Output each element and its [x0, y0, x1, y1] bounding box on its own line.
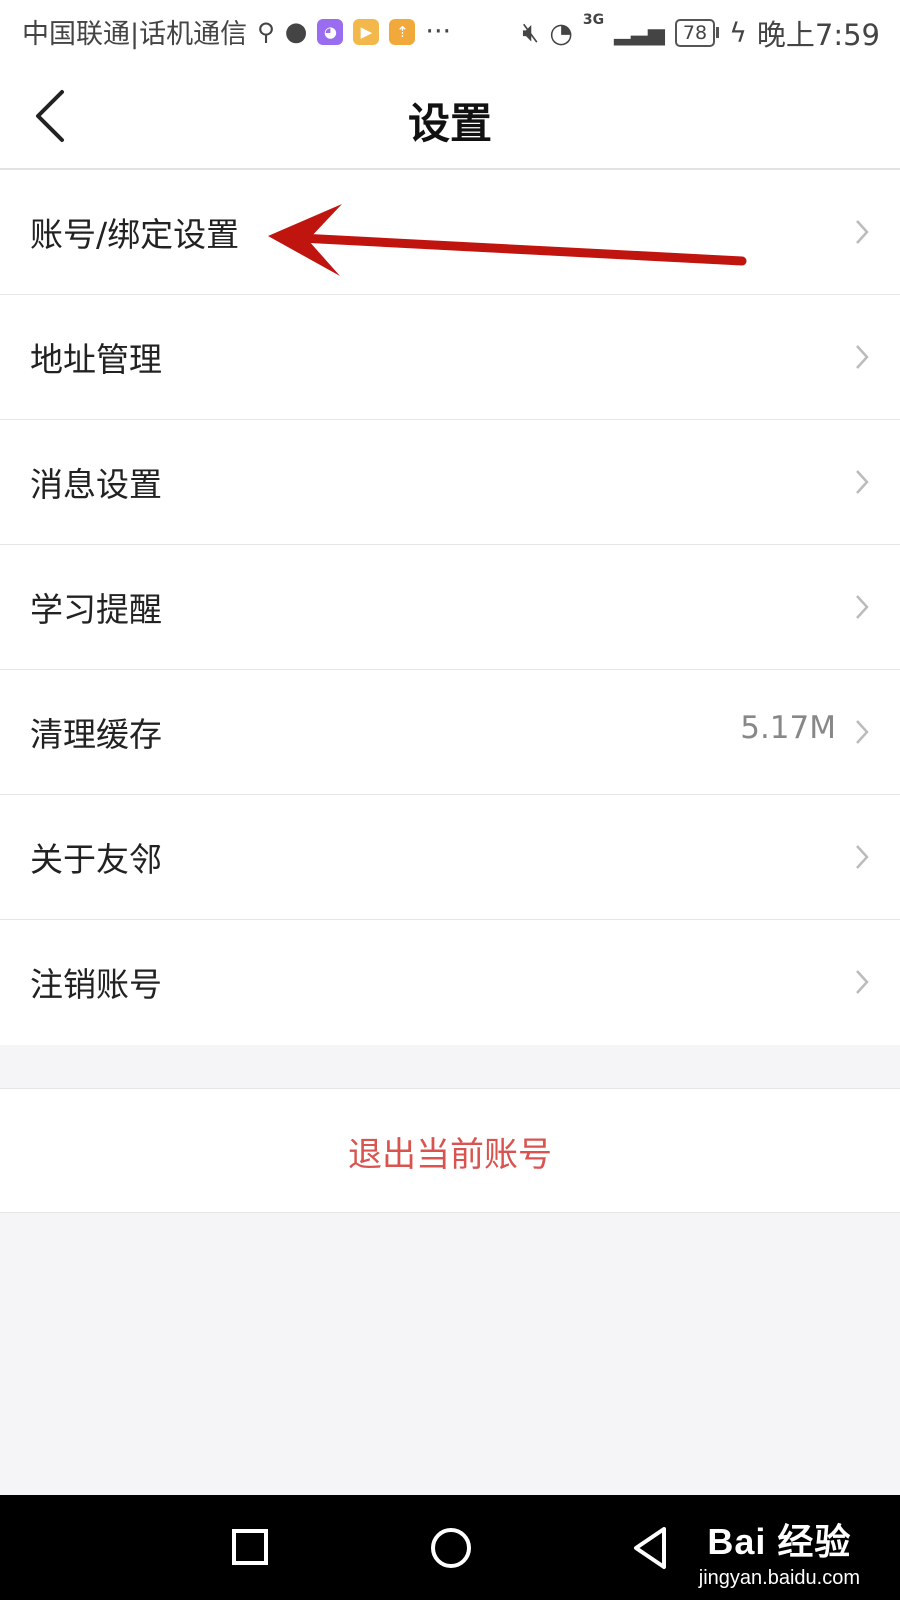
watermark-logo: Bai 经验: [707, 1521, 852, 1562]
clock-text: 晚上7:59: [756, 18, 880, 52]
chevron-right-icon: [856, 345, 869, 369]
chevron-right-icon: [856, 720, 869, 744]
status-bar-left: 中国联通|话机通信 ⚲ ● ◕ ▶ ⇡ ···: [22, 12, 451, 51]
row-label: 地址管理: [30, 340, 162, 379]
status-bar-right: 🔇︎ ◔ 3G ▂▃▅ 78 ϟ 晚上7:59: [522, 12, 880, 54]
settings-row-clear-cache[interactable]: 清理缓存 5.17M: [0, 670, 900, 795]
row-label: 账号/绑定设置: [30, 215, 240, 254]
settings-row-messages[interactable]: 消息设置: [0, 420, 900, 545]
app-notification-icon-purple: ◕: [317, 18, 344, 45]
logout-button[interactable]: 退出当前账号: [0, 1088, 900, 1213]
top-nav-bar: 设置: [0, 62, 900, 170]
row-label: 注销账号: [30, 965, 162, 1004]
row-label: 消息设置: [30, 465, 162, 504]
page-title: 设置: [407, 99, 492, 148]
watermark-url: jingyan.baidu.com: [698, 1567, 860, 1589]
settings-row-address[interactable]: 地址管理: [0, 295, 900, 420]
chevron-right-icon: [856, 595, 869, 619]
cache-size-value: 5.17M: [740, 710, 836, 746]
chevron-right-icon: [856, 845, 869, 869]
carrier-text: 中国联通|话机通信: [22, 19, 248, 50]
system-navigation-bar: Bai 经验 jingyan.baidu.com: [0, 1495, 900, 1600]
settings-list: 账号/绑定设置 地址管理 消息设置 学习提醒 清理缓存 5.17M 关于友邻 注…: [0, 170, 900, 1045]
chevron-right-icon: [856, 970, 869, 994]
usb-icon: ⚲: [257, 17, 275, 46]
chevron-right-icon: [856, 470, 869, 494]
charging-icon: ϟ: [729, 17, 747, 49]
battery-indicator: 78: [674, 19, 720, 47]
chevron-right-icon: [856, 220, 869, 244]
battery-level-text: 78: [682, 22, 708, 44]
home-button[interactable]: [428, 1525, 474, 1571]
settings-row-delete-account[interactable]: 注销账号: [0, 920, 900, 1045]
logout-label: 退出当前账号: [348, 1135, 552, 1175]
settings-row-about[interactable]: 关于友邻: [0, 795, 900, 920]
settings-row-account-binding[interactable]: 账号/绑定设置: [0, 170, 900, 295]
row-label: 关于友邻: [30, 840, 162, 879]
status-bar: 中国联通|话机通信 ⚲ ● ◕ ▶ ⇡ ··· 🔇︎ ◔ 3G ▂▃▅ 78 ϟ…: [0, 0, 900, 62]
back-nav-button[interactable]: [628, 1525, 672, 1571]
wifi-icon: ◔: [549, 17, 573, 49]
app-notification-icon-video: ▶: [353, 18, 380, 45]
row-label: 学习提醒: [30, 590, 162, 629]
network-type-text: 3G: [582, 12, 605, 28]
settings-row-study-reminder[interactable]: 学习提醒: [0, 545, 900, 670]
mute-icon: 🔇︎: [522, 17, 540, 48]
recent-apps-button[interactable]: [228, 1525, 272, 1569]
message-icon: ●: [284, 16, 308, 47]
row-label: 清理缓存: [30, 715, 162, 754]
more-notifications-icon: ···: [425, 16, 452, 47]
signal-icon: ▂▃▅: [614, 20, 665, 46]
app-notification-icon-orange: ⇡: [389, 18, 416, 45]
baidu-jingyan-watermark: Bai 经验 jingyan.baidu.com: [699, 1513, 860, 1590]
